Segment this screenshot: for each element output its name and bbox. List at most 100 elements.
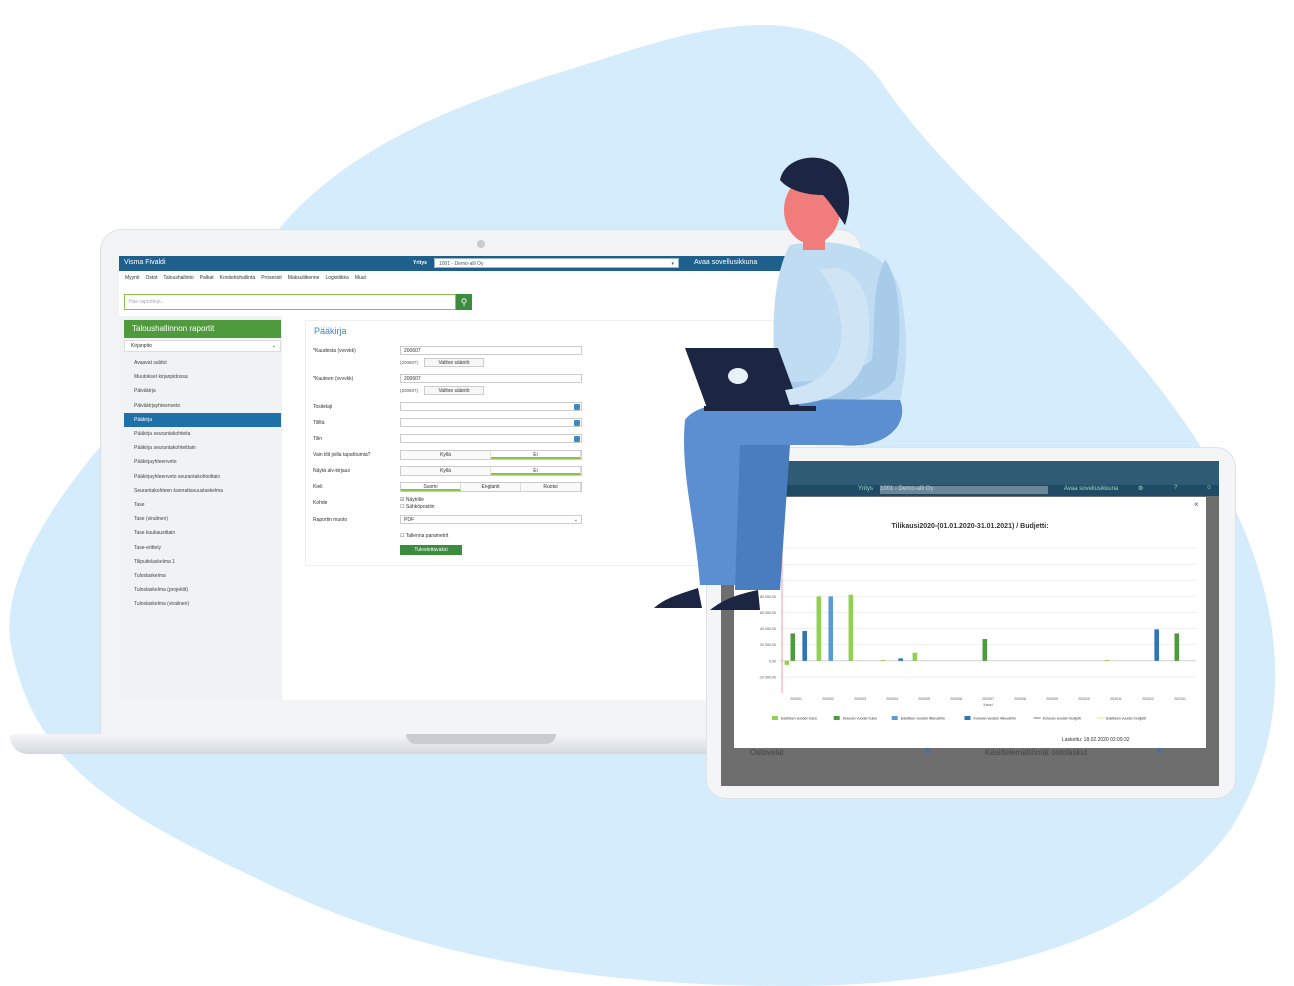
- chart-bar: [898, 658, 903, 661]
- muoto-select[interactable]: PDF ⌄: [400, 515, 582, 524]
- kauteen-input[interactable]: 200607: [400, 374, 582, 383]
- kohde-naytolle[interactable]: ☑ Näytölle: [400, 497, 424, 503]
- gear-icon[interactable]: ⚙: [1138, 485, 1143, 492]
- vain-tilit-kylla[interactable]: Kyllä: [401, 451, 491, 459]
- menu-item-logistiikka[interactable]: Logistiikka: [325, 275, 348, 281]
- x-tick-label: 202003: [854, 697, 866, 701]
- alv-toggle: Kyllä Ei: [400, 466, 582, 476]
- person-illustration: [654, 157, 907, 610]
- sidebar-item[interactable]: Tase kuukausittain: [124, 526, 281, 540]
- zoom-icon[interactable]: ⊕: [924, 746, 931, 755]
- report-search-input[interactable]: Hae raportteja...: [124, 294, 456, 310]
- tililta-label: Tililtä: [313, 420, 325, 426]
- menu-item-myynti[interactable]: Myynti: [125, 275, 139, 281]
- x-tick-label: 202005: [918, 697, 930, 701]
- search-button[interactable]: ⚲: [456, 294, 472, 310]
- sidebar-item[interactable]: Pääkirjayhteenveto seurantakohteittain: [124, 470, 281, 484]
- sidebar-item[interactable]: Tuloslaskelma (viralinen): [124, 597, 281, 611]
- sidebar-item[interactable]: Pääkirja: [124, 412, 281, 427]
- sidebar-group-select[interactable]: Kirjanpito ⌄: [124, 340, 281, 352]
- picker-icon[interactable]: [574, 404, 580, 410]
- alv-kylla[interactable]: Kyllä: [401, 467, 491, 475]
- x-tick-label: 202011: [1110, 697, 1122, 701]
- sidebar-item[interactable]: Pääkirjayhteenveto: [124, 455, 281, 469]
- kieli-englanti[interactable]: Englanti: [461, 483, 521, 491]
- vain-tilit-ei[interactable]: Ei: [491, 451, 581, 459]
- search-icon: ⚲: [460, 297, 468, 307]
- picker-icon[interactable]: [574, 420, 580, 426]
- legend-swatch: [772, 716, 778, 720]
- sidebar-item[interactable]: Tilipuitelaskelma 1: [124, 555, 281, 569]
- kauteen-rule-button[interactable]: Valitse sääntö: [424, 386, 484, 395]
- x-axis-label: Kausi: [984, 703, 993, 707]
- menu-item-maksuliikenne[interactable]: Maksuliikenne: [288, 275, 320, 281]
- vain-tilit-label: Vain tilit joilla tapahtumia?: [313, 452, 371, 458]
- chart-bar: [802, 630, 807, 661]
- sidebar-item[interactable]: Avaavat saldot: [124, 356, 281, 370]
- y-tick-label: -20 000,00: [759, 675, 776, 679]
- kieli-suomi[interactable]: Suomi: [401, 483, 461, 491]
- tililta-input[interactable]: [400, 418, 582, 427]
- tositelaji-input[interactable]: [400, 402, 582, 411]
- sidebar-item[interactable]: Tuloslaskelma: [124, 569, 281, 583]
- kasittelemattomat-label[interactable]: Käsittelemättömät ostolaskut: [985, 748, 1087, 757]
- legend-label: Kuluvan vuoden tulos: [843, 716, 878, 720]
- app-title[interactable]: Visma Fivaldi: [124, 259, 166, 266]
- legend-label: Edellisen vuoden liikevaihto: [901, 716, 945, 720]
- sidebar-header[interactable]: Taloushallinnon raportit: [124, 320, 281, 338]
- tilin-input[interactable]: [400, 434, 582, 443]
- kaudesta-rule-button[interactable]: Valitse sääntö: [424, 358, 484, 367]
- sidebar-item[interactable]: Päiväkirjayhteenveto: [124, 399, 281, 413]
- menu-item-palkat[interactable]: Palkat: [200, 275, 214, 281]
- muoto-value: PDF: [404, 517, 414, 523]
- chevron-down-icon: ⌄: [573, 517, 578, 523]
- tablet-open-window[interactable]: Avaa sovellusikkuna: [1064, 486, 1118, 492]
- ostovelat-label[interactable]: Ostovelat: [750, 748, 784, 757]
- calculated-timestamp: Laskettu: 18.02.2020 02:09:32: [1062, 737, 1130, 743]
- tallenna-checkbox[interactable]: ☐ Tallenna parametrit: [400, 533, 448, 539]
- kauteen-hint: (200607): [400, 388, 419, 393]
- sidebar-item[interactable]: Päiväkirja: [124, 384, 281, 398]
- kohde-sahkopostiin[interactable]: ☐ Sähköpostiin: [400, 504, 435, 510]
- kieli-label: Kieli: [313, 484, 323, 490]
- menu-item-taloushallinto[interactable]: Taloushallinto: [163, 275, 193, 281]
- picker-icon[interactable]: [574, 436, 580, 442]
- chart-bar: [790, 633, 796, 661]
- x-tick-label: 202012: [1142, 697, 1154, 701]
- kaudesta-input[interactable]: 200607: [400, 346, 582, 355]
- menu-item-prosessit[interactable]: Prosessit: [261, 275, 282, 281]
- menu-item-kontiettohallinta[interactable]: Kontiettohallinta: [220, 275, 256, 281]
- legend-swatch: [964, 716, 971, 720]
- x-tick-label: 202101: [1174, 697, 1186, 701]
- sidebar-item[interactable]: Muutokset kirjanpidossa: [124, 370, 281, 384]
- chart-bar: [912, 652, 918, 661]
- kohde-naytolle-label: Näytölle: [405, 497, 424, 503]
- chart-bar: [982, 639, 988, 661]
- close-icon[interactable]: ×: [1194, 500, 1199, 509]
- sidebar-item[interactable]: Tase (viralinen): [124, 512, 281, 526]
- user-icon[interactable]: ☺: [1206, 485, 1212, 491]
- sidebar-item[interactable]: Pääkirja seurantakohteittain: [124, 441, 281, 455]
- zoom-icon[interactable]: ⊕: [1156, 746, 1163, 755]
- menu-item-muut[interactable]: Muut: [355, 275, 366, 281]
- kauteen-label: *Kauteen (vvvvkk): [313, 376, 354, 382]
- legend-label: Kuluvan vuoden budjetti: [1043, 716, 1082, 720]
- sidebar-item[interactable]: Pääkirja seurantakohteita: [124, 427, 281, 441]
- kieli-ruotsi[interactable]: Ruotsi: [521, 483, 581, 491]
- sidebar-item[interactable]: Seurantakohteen kannattavuuslaskelma: [124, 484, 281, 498]
- chart-bar: [1154, 629, 1159, 661]
- y-tick-label: 40 000,00: [760, 627, 776, 631]
- y-tick-label: 20 000,00: [760, 643, 776, 647]
- help-icon[interactable]: ?: [1174, 485, 1177, 491]
- legend-label: Edellisen vuoden tulos: [781, 716, 817, 720]
- sidebar-item[interactable]: Tase-erittely: [124, 541, 281, 555]
- alv-ei[interactable]: Ei: [491, 467, 581, 475]
- menu-item-ostot[interactable]: Ostot: [145, 275, 157, 281]
- sidebar-item[interactable]: Tase: [124, 498, 281, 512]
- company-value: 1001 - Demo-alli Oy: [439, 261, 484, 267]
- x-tick-label: 202004: [886, 697, 898, 701]
- submit-button[interactable]: Tulostettavaksi: [400, 545, 462, 555]
- legend-swatch: [891, 716, 898, 720]
- sidebar-group-label: Kirjanpito: [131, 343, 152, 349]
- sidebar-item[interactable]: Tuloslaskelma (projektit): [124, 583, 281, 597]
